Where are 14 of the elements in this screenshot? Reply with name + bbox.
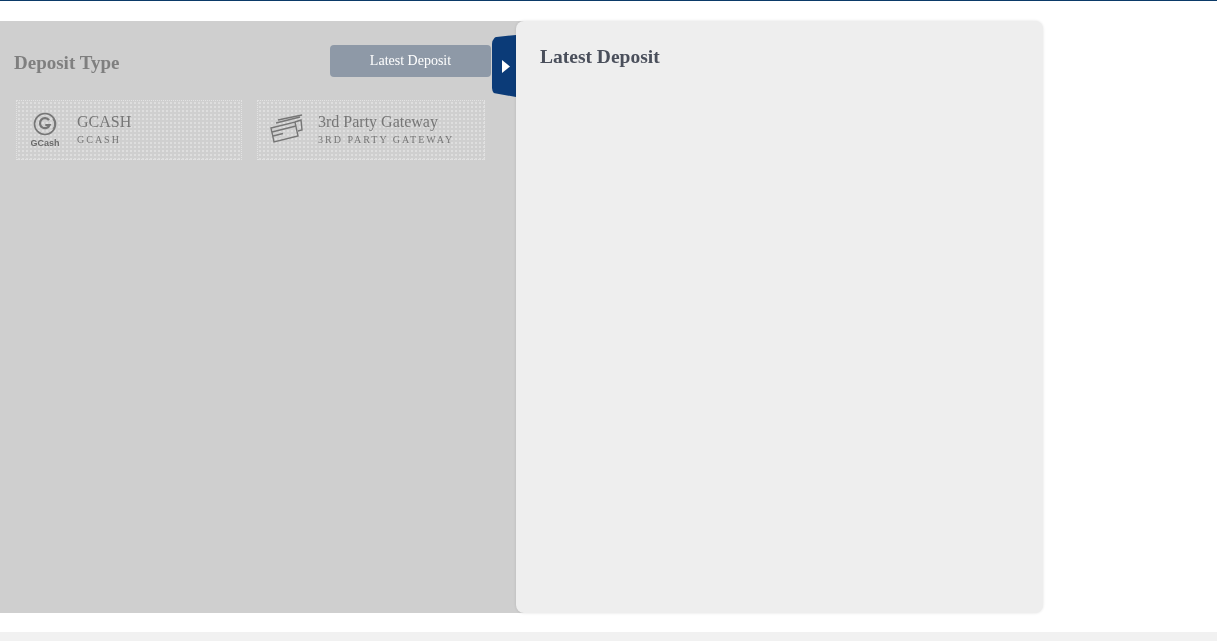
letter-g-circle-icon <box>33 112 57 136</box>
deposit-method-card[interactable]: GCash GCASH GCASH <box>16 100 242 160</box>
caret-right-icon <box>502 59 510 73</box>
section-title: Deposit Type <box>14 50 120 74</box>
drawer-toggle-button[interactable] <box>492 35 516 97</box>
drawer-title: Latest Deposit <box>540 46 661 68</box>
method-code: GCASH <box>77 134 122 145</box>
method-name: GCASH <box>77 113 132 130</box>
method-code: 3RD PARTY GATEWAY <box>318 134 455 145</box>
method-name: 3rd Party Gateway <box>318 113 439 130</box>
deposit-method-card[interactable]: 3rd Party Gateway 3RD PARTY GATEWAY <box>257 100 485 160</box>
card-stack-icon <box>268 114 304 146</box>
logo-text: GCash <box>30 138 60 148</box>
latest-deposit-button[interactable]: Latest Deposit <box>330 45 491 77</box>
